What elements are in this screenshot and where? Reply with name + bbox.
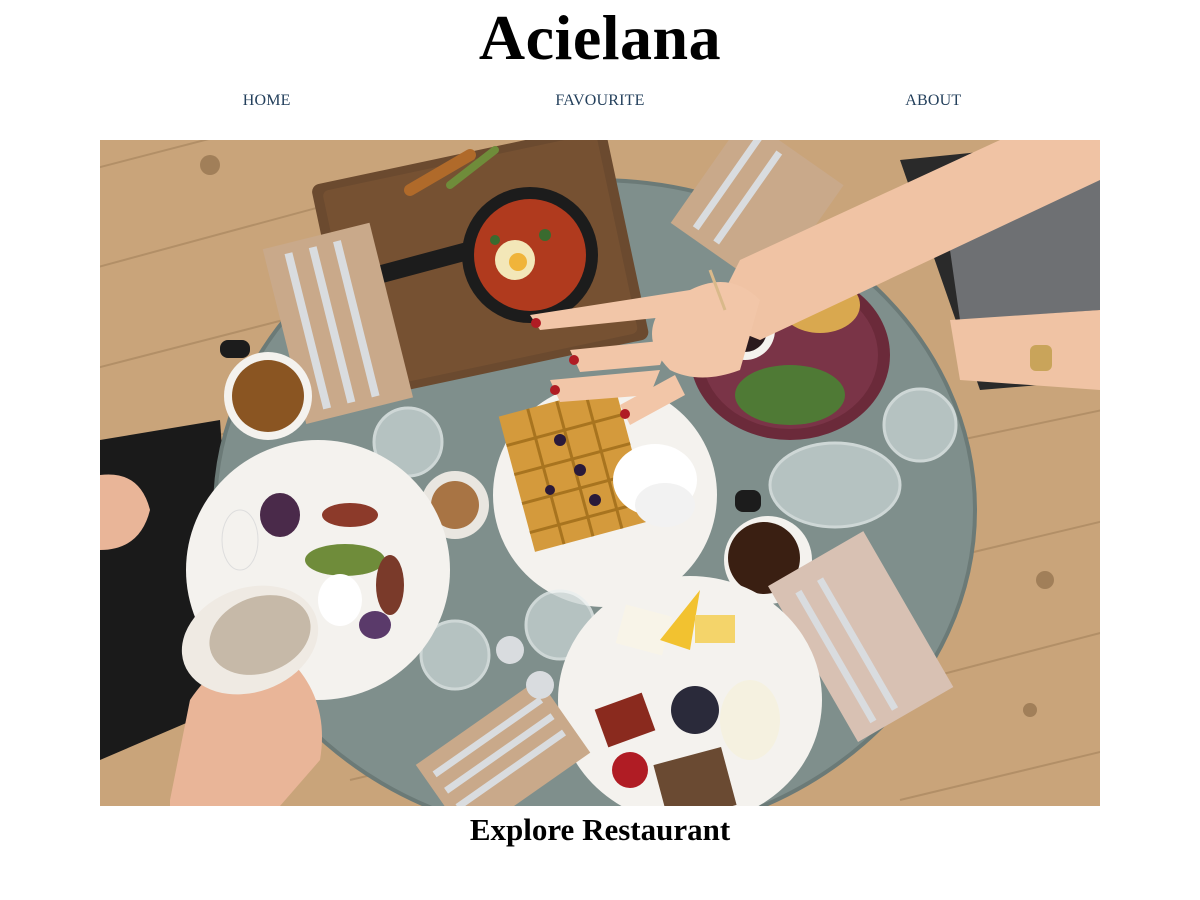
site-title: Acielana bbox=[478, 2, 722, 73]
nav-home-link[interactable]: HOME bbox=[167, 92, 367, 110]
waffle-plate bbox=[493, 383, 717, 607]
page: Acielana HOME FAVOURITE ABOUT Explore Re… bbox=[0, 0, 1200, 900]
hero-caption: Explore Restaurant bbox=[469, 812, 731, 847]
right-hand bbox=[950, 310, 1100, 390]
site-header: Acielana bbox=[0, 0, 1200, 78]
nav-favourite-link[interactable]: FAVOURITE bbox=[500, 92, 700, 110]
main-nav: HOME FAVOURITE ABOUT bbox=[0, 72, 1200, 130]
hero-image bbox=[100, 140, 1100, 806]
hero-photo-illustration bbox=[100, 140, 1100, 806]
nav-about-link[interactable]: ABOUT bbox=[833, 92, 1033, 110]
